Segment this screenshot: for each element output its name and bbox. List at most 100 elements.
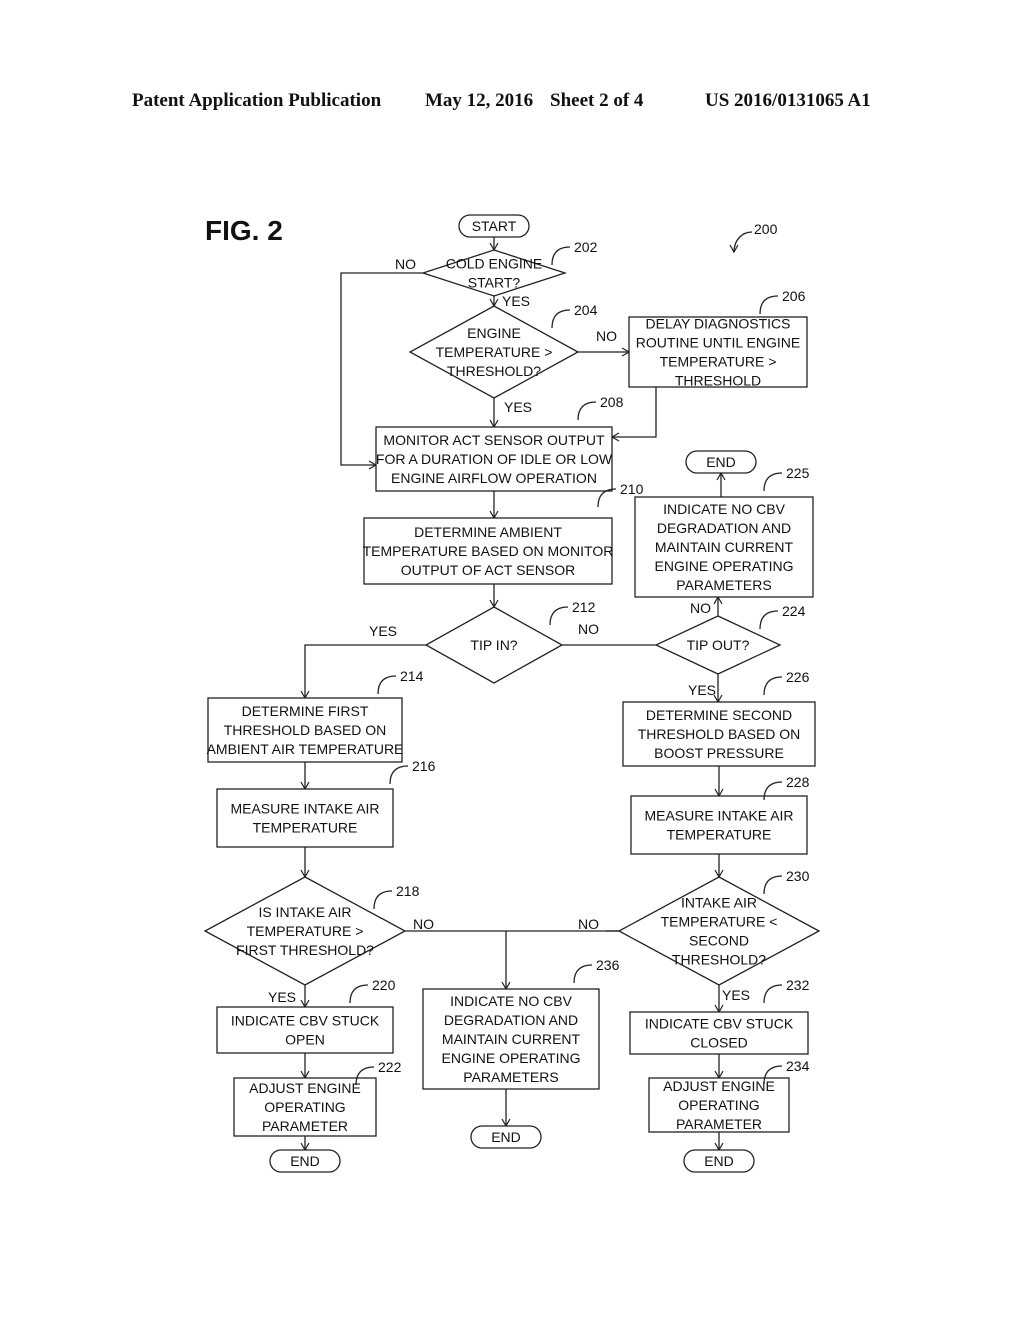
node-n226: DETERMINE SECOND THRESHOLD BASED ON BOOST … (622, 669, 816, 767)
yes-label: YES (369, 623, 397, 639)
node-text: THRESHOLD? (672, 952, 766, 968)
node-text: TEMPERATURE > (247, 923, 364, 939)
ref-leader (377, 675, 397, 695)
node-n202: COLD ENGINE START? 202 (420, 239, 598, 297)
node-text: INTAKE AIR (681, 895, 757, 911)
node-text: DEGRADATION AND (444, 1012, 578, 1028)
ref-number: 234 (786, 1058, 810, 1074)
figure-title: FIG. 2 (205, 215, 283, 246)
node-text: DETERMINE FIRST (242, 703, 369, 719)
ref-leader (763, 472, 783, 492)
node-text: DELAY DIAGNOSTICS (646, 316, 791, 332)
node-text: FOR A DURATION OF IDLE OR LOW (376, 451, 613, 467)
node-n224: TIP OUT? 224 (654, 603, 806, 675)
node-end236: END (470, 1125, 542, 1149)
node-text: MAINTAIN CURRENT (655, 539, 794, 555)
ref-leader (373, 890, 393, 910)
ref-number: 224 (782, 603, 806, 619)
node-end222: END (269, 1149, 341, 1173)
node-start: START (458, 214, 530, 238)
ref-leader (763, 875, 783, 895)
ref-leader (759, 295, 779, 315)
node-text: PARAMETER (676, 1116, 762, 1132)
node-n225: INDICATE NO CBV DEGRADATION AND MAINTAIN C… (634, 465, 814, 598)
node-text: PARAMETER (262, 1118, 348, 1134)
flowchart: FIG. 2 200 START COLD ENGINE START? 202 ENGI… (203, 214, 821, 1173)
node-text: INDICATE NO CBV (450, 993, 573, 1009)
node-text: TEMPERATURE (253, 820, 358, 836)
ref-number: 202 (574, 239, 598, 255)
node-text: DEGRADATION AND (657, 520, 791, 536)
ref-leader (763, 984, 783, 1004)
yes-label: YES (268, 989, 296, 1005)
no-label: NO (578, 916, 599, 932)
yes-label: YES (722, 987, 750, 1003)
ref-number: 230 (786, 868, 810, 884)
node-text: END (704, 1153, 734, 1169)
node-text: END (706, 454, 736, 470)
node-text: IS INTAKE AIR (258, 904, 351, 920)
ref-number: 232 (786, 977, 810, 993)
decision-diamond (617, 876, 821, 986)
node-n210: DETERMINE AMBIENT TEMPERATURE BASED ON MO… (363, 481, 644, 585)
node-n220: INDICATE CBV STUCK OPEN 220 (216, 977, 396, 1054)
node-text: TEMPERATURE > (660, 354, 777, 370)
node-n234: ADJUST ENGINE OPERATING PARAMETER 234 (648, 1058, 810, 1133)
nodes: START COLD ENGINE START? 202 ENGINE TEMPERATU… (203, 214, 821, 1173)
node-n218: IS INTAKE AIR TEMPERATURE > FIRST THRESHOL… (203, 876, 420, 986)
ref-number: 212 (572, 599, 596, 615)
node-n212: TIP IN? 212 (424, 599, 596, 684)
node-text: ADJUST ENGINE (663, 1078, 775, 1094)
ref-leader (573, 964, 593, 984)
ref-number: 214 (400, 668, 424, 684)
node-end234: END (683, 1149, 755, 1173)
node-text: INDICATE CBV STUCK (645, 1016, 794, 1032)
node-text: TEMPERATURE < (661, 914, 778, 930)
node-text: OPEN (285, 1032, 325, 1048)
node-text: ENGINE OPERATING (655, 558, 794, 574)
node-n230: INTAKE AIR TEMPERATURE < SECOND THRESHOLD? 2… (617, 868, 821, 986)
node-text: MONITOR ACT SENSOR OUTPUT (383, 432, 605, 448)
node-text: OPERATING (678, 1097, 759, 1113)
node-text: MEASURE INTAKE AIR (230, 801, 379, 817)
node-text: FIRST THRESHOLD? (236, 942, 374, 958)
no-label: NO (596, 328, 617, 344)
ref-number: 226 (786, 669, 810, 685)
node-text: DETERMINE AMBIENT (414, 524, 562, 540)
node-n236: INDICATE NO CBV DEGRADATION AND MAINTAIN C… (422, 957, 620, 1090)
node-n206: DELAY DIAGNOSTICS ROUTINE UNTIL ENGINE TEM… (628, 288, 808, 389)
node-text: START (472, 218, 517, 234)
ref-number: 208 (600, 394, 624, 410)
node-text: TEMPERATURE (667, 827, 772, 843)
node-text: TEMPERATURE BASED ON MONITOR (363, 543, 614, 559)
node-n216: MEASURE INTAKE AIR TEMPERATURE 216 (216, 758, 436, 848)
node-n214: DETERMINE FIRST THRESHOLD BASED ON AMBIENT… (207, 668, 424, 763)
node-text: END (491, 1129, 521, 1145)
node-text: COLD ENGINE (446, 256, 542, 272)
ref-number: 225 (786, 465, 810, 481)
node-text: ENGINE AIRFLOW OPERATION (391, 470, 597, 486)
ref-leader (389, 765, 409, 785)
node-text: ENGINE OPERATING (442, 1050, 581, 1066)
node-text: INDICATE CBV STUCK (231, 1013, 380, 1029)
no-label: NO (690, 600, 711, 616)
node-text: MAINTAIN CURRENT (442, 1031, 581, 1047)
ref-leader (597, 488, 617, 508)
no-label: NO (395, 256, 416, 272)
ref-number: 228 (786, 774, 810, 790)
node-text: TIP OUT? (687, 637, 750, 653)
ref-number: 216 (412, 758, 436, 774)
node-n208: MONITOR ACT SENSOR OUTPUT FOR A DURATION … (375, 394, 624, 492)
node-n228: MEASURE INTAKE AIR TEMPERATURE 228 (630, 774, 810, 855)
node-text: START? (468, 275, 521, 291)
ref-leader (549, 606, 569, 626)
ref-leader (551, 246, 571, 266)
ref-number: 236 (596, 957, 620, 973)
ref-number: 222 (378, 1059, 402, 1075)
node-n222: ADJUST ENGINE OPERATING PARAMETER 222 (233, 1059, 402, 1137)
node-text: CLOSED (690, 1035, 748, 1051)
node-text: MEASURE INTAKE AIR (644, 808, 793, 824)
figure-ref: 200 (729, 221, 778, 254)
node-n232: INDICATE CBV STUCK CLOSED 232 (629, 977, 810, 1055)
ref-number: 206 (782, 288, 806, 304)
